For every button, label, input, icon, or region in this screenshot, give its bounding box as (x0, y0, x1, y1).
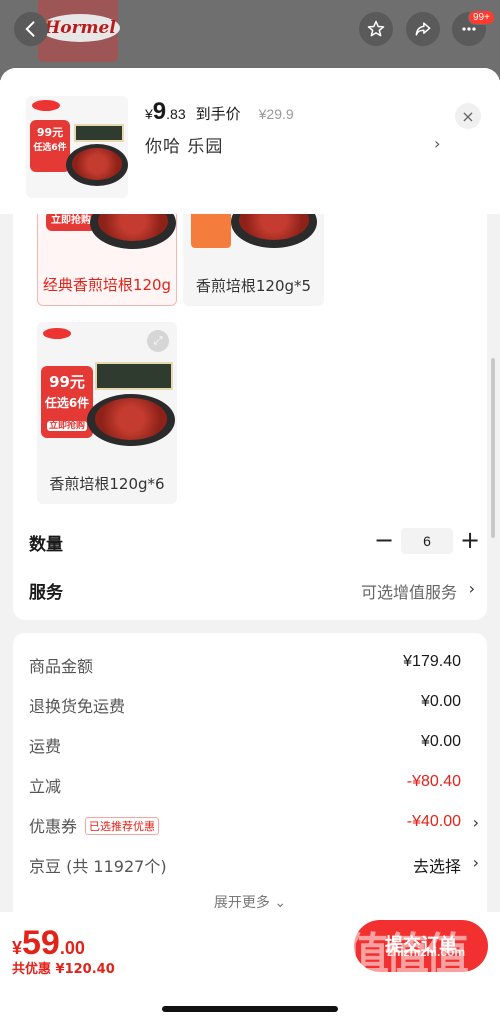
fee-label: 优惠券 已选推荐优惠 (29, 813, 160, 837)
close-icon: × (461, 106, 475, 126)
notification-badge: 99+ (468, 10, 495, 25)
quantity-row: 数量 − 6 + (29, 526, 480, 556)
price-symbol: ¥ (145, 106, 153, 122)
fee-label: 立减 (29, 777, 62, 796)
price-decimal: .83 (166, 106, 186, 122)
fee-row-jingdou[interactable]: 京豆 (共 11927个) 去选择 › (29, 853, 479, 879)
thumb-brand-logo (32, 100, 60, 111)
package-image (95, 362, 173, 390)
fee-value: -¥40.00 (406, 813, 461, 830)
fee-value: ¥0.00 (420, 733, 461, 750)
fee-row-return-shipping: 退换货免运费 ¥0.00 (29, 693, 475, 719)
chevron-right-icon: › (472, 853, 479, 872)
promo-badge-image: 99元 任选6件 立即抢购 (41, 366, 93, 438)
option-image: ⤢ 99元 任选6件 立即抢购 (37, 322, 177, 462)
total-saved: 共优惠 ¥120.40 (12, 962, 115, 977)
fee-value: 去选择 (412, 857, 461, 876)
scrollbar[interactable] (491, 358, 495, 538)
service-value: 可选增值服务 (360, 583, 457, 602)
spec-selection-sheet: 99元 任选6件 ¥ 9 .83 到手价 ¥29.9 你哈 乐园 › × 立即抢购… (0, 68, 500, 1022)
bacon-image (95, 398, 167, 440)
star-icon (367, 20, 385, 37)
total-decimal: .00 (59, 938, 85, 958)
chevron-right-icon[interactable]: › (434, 134, 440, 153)
expand-icon[interactable]: ⤢ (147, 330, 169, 352)
expand-more-button[interactable]: 展开更多 ⌄ (0, 892, 500, 912)
options-card: 立即抢购 经典香煎培根120g 香煎培根120g*5 ⤢ 99元 任选6件 立即抢购 (13, 192, 487, 620)
price-integer: 9 (152, 98, 167, 125)
option-bacon-x6[interactable]: ⤢ 99元 任选6件 立即抢购 香煎培根120g*6 (37, 322, 177, 504)
fee-label: 京豆 (共 11927个) (29, 857, 167, 876)
coupon-tag: 已选推荐优惠 (85, 817, 160, 835)
option-label: 经典香煎培根120g (42, 276, 172, 294)
promo-button-image: 立即抢购 (46, 211, 96, 231)
back-button[interactable] (14, 12, 48, 46)
favorite-button[interactable] (359, 12, 393, 46)
thumb-bacon (72, 148, 122, 180)
chevron-left-icon (25, 21, 35, 37)
home-indicator[interactable] (162, 1006, 338, 1012)
fee-summary-card: 商品金额 ¥179.40 退换货免运费 ¥0.00 运费 ¥0.00 立减 -¥… (13, 633, 487, 933)
fee-row-shipping: 运费 ¥0.00 (29, 733, 475, 759)
fee-value: -¥80.40 (406, 773, 461, 790)
fee-row-coupon[interactable]: 优惠券 已选推荐优惠 -¥40.00 › (29, 813, 479, 839)
product-thumbnail[interactable]: 99元 任选6件 (26, 96, 128, 198)
fee-value: ¥0.00 (420, 693, 461, 710)
close-button[interactable]: × (455, 103, 481, 129)
brand-logo-image (43, 328, 71, 339)
quantity-increase-button[interactable]: + (459, 526, 481, 554)
coupon-label: 优惠券 (29, 817, 78, 836)
original-price: ¥29.9 (258, 106, 294, 122)
fee-label: 退换货免运费 (29, 697, 126, 716)
thumb-package (74, 124, 124, 142)
sheet-header: 99元 任选6件 ¥ 9 .83 到手价 ¥29.9 你哈 乐园 › × (0, 68, 500, 214)
thumb-promo-badge: 99元 任选6件 (30, 120, 70, 172)
quantity-input[interactable]: 6 (401, 528, 453, 554)
option-label: 香煎培根120g*5 (195, 277, 312, 295)
fee-value: ¥179.40 (403, 653, 461, 670)
share-icon (415, 22, 431, 36)
quantity-decrease-button[interactable]: − (373, 526, 395, 554)
quantity-label: 数量 (29, 535, 63, 555)
selected-spec[interactable]: 你哈 乐园 (145, 132, 223, 157)
fee-label: 商品金额 (29, 657, 94, 676)
service-row[interactable]: 服务 可选增值服务 › (29, 574, 475, 604)
total-symbol: ¥ (12, 938, 23, 958)
chevron-right-icon: › (468, 579, 475, 598)
service-label: 服务 (29, 583, 63, 603)
share-button[interactable] (406, 12, 440, 46)
price-line: ¥ 9 .83 到手价 ¥29.9 (145, 98, 294, 126)
chevron-right-icon: › (472, 813, 479, 832)
option-label: 香煎培根120g*6 (49, 475, 165, 493)
watermark-url: zhizhizhi.com (387, 945, 465, 959)
fee-label: 运费 (29, 737, 62, 756)
price-label: 到手价 (195, 105, 241, 123)
fee-row-instant-discount: 立减 -¥80.40 (29, 773, 475, 799)
brand-logo: Hormel (40, 14, 120, 42)
fee-row-goods-amount: 商品金额 ¥179.40 (29, 653, 475, 679)
